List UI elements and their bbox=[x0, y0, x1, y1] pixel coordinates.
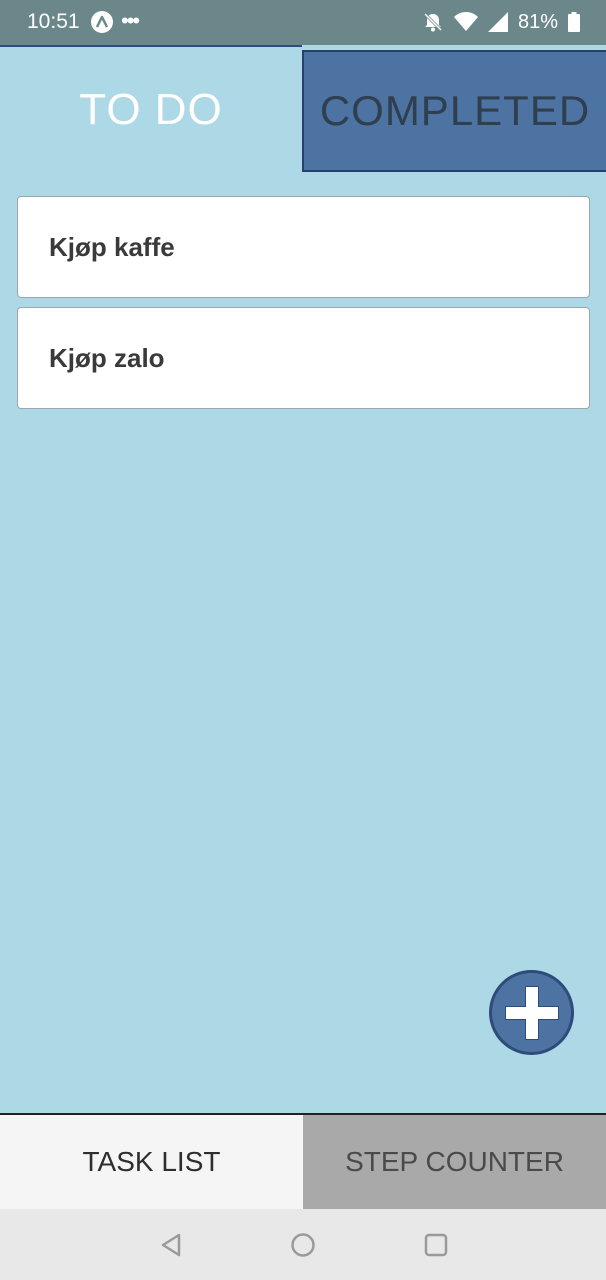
nav-step-counter-label: STEP COUNTER bbox=[345, 1146, 564, 1177]
add-task-button[interactable] bbox=[489, 970, 574, 1055]
more-notifications-icon: ••• bbox=[121, 8, 140, 33]
task-list: Kjøp kaffe Kjøp zalo bbox=[17, 196, 590, 418]
nav-task-list[interactable]: TASK LIST bbox=[0, 1115, 303, 1209]
plus-icon bbox=[502, 983, 562, 1043]
back-icon[interactable] bbox=[157, 1231, 185, 1259]
bell-off-icon bbox=[422, 11, 444, 33]
nav-task-list-label: TASK LIST bbox=[82, 1146, 221, 1177]
tab-todo-label: TO DO bbox=[79, 84, 223, 134]
app-icon bbox=[91, 11, 113, 33]
status-time: 10:51 bbox=[27, 10, 80, 33]
task-item[interactable]: Kjøp kaffe bbox=[17, 196, 590, 298]
tab-completed[interactable]: COMPLETED bbox=[302, 50, 606, 172]
task-label: Kjøp kaffe bbox=[49, 231, 175, 262]
battery-percent: 81% bbox=[517, 10, 558, 33]
system-nav-bar bbox=[0, 1209, 606, 1280]
status-icons: 81% bbox=[422, 9, 580, 35]
signal-icon bbox=[487, 12, 508, 32]
task-item[interactable]: Kjøp zalo bbox=[17, 307, 590, 409]
recents-icon[interactable] bbox=[422, 1231, 450, 1259]
home-icon[interactable] bbox=[289, 1231, 317, 1259]
tab-completed-label: COMPLETED bbox=[319, 87, 591, 134]
nav-step-counter[interactable]: STEP COUNTER bbox=[303, 1115, 606, 1209]
task-label: Kjøp zalo bbox=[49, 342, 165, 373]
tab-todo[interactable]: TO DO bbox=[0, 45, 302, 172]
top-tabs: TO DO COMPLETED bbox=[0, 45, 606, 172]
bottom-nav: TASK LIST STEP COUNTER bbox=[0, 1113, 606, 1209]
wifi-icon bbox=[453, 12, 478, 32]
battery-icon bbox=[568, 12, 580, 32]
status-bar: 10:51 ••• 81% bbox=[0, 0, 606, 45]
